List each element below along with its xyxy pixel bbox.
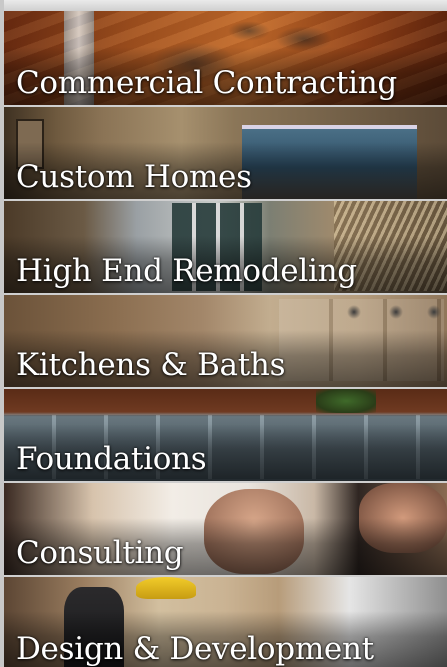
menu-item-commercial-contracting[interactable]: Commercial Contracting [4, 11, 447, 105]
menu-item-consulting[interactable]: Consulting [4, 483, 447, 575]
menu-item-design-development[interactable]: Design & Development [4, 577, 447, 667]
menu-item-high-end-remodeling[interactable]: High End Remodeling [4, 201, 447, 293]
menu-item-label: Consulting [16, 535, 184, 571]
service-menu: Commercial Contracting Custom Homes High… [0, 0, 447, 667]
menu-item-kitchens-baths[interactable]: Kitchens & Baths [4, 295, 447, 387]
menu-item-custom-homes[interactable]: Custom Homes [4, 107, 447, 199]
top-border [0, 0, 447, 11]
menu-item-label: Foundations [16, 441, 207, 477]
menu-item-label: Commercial Contracting [16, 65, 397, 101]
menu-item-label: Custom Homes [16, 159, 252, 195]
menu-item-label: High End Remodeling [16, 253, 357, 289]
menu-item-label: Kitchens & Baths [16, 347, 286, 383]
menu-item-foundations[interactable]: Foundations [4, 389, 447, 481]
menu-item-label: Design & Development [16, 631, 374, 667]
